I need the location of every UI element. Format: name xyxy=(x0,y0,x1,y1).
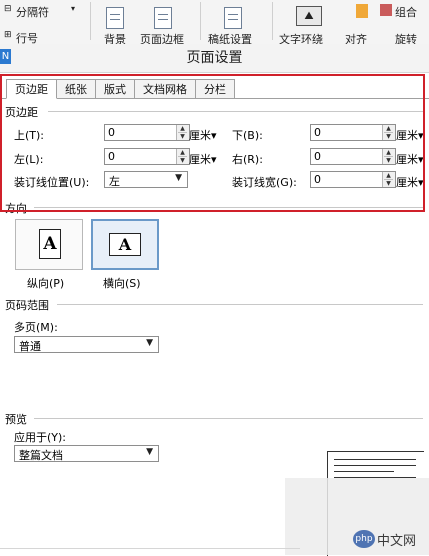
preview-line xyxy=(334,459,416,460)
line-number-icon[interactable]: ⊞ xyxy=(4,30,12,40)
tab-divider xyxy=(0,98,429,99)
line-number-button[interactable]: 行号 xyxy=(16,30,38,44)
right-margin-unit[interactable]: 厘米▾ xyxy=(396,151,424,167)
tab-margins[interactable]: 页边距 xyxy=(6,79,57,99)
spin-down-icon[interactable]: ▼ xyxy=(178,133,187,140)
chevron-down-icon: ▼ xyxy=(146,338,153,348)
dialog-tabs: 页边距 纸张 版式 文档网格 分栏 xyxy=(6,79,235,99)
chevron-down-icon[interactable]: ▾ xyxy=(71,4,75,13)
preview-line xyxy=(334,465,416,466)
bottom-margin-input[interactable]: 0 ▲ ▼ xyxy=(310,124,396,141)
chevron-down-icon: ▼ xyxy=(146,447,153,457)
preview-section-title: 预览 xyxy=(5,413,27,426)
text-wrap-button[interactable]: 文字环绕 xyxy=(279,31,323,44)
background-icon[interactable] xyxy=(106,7,124,29)
spin-arrows[interactable]: ▲ ▼ xyxy=(382,149,395,164)
section-rule xyxy=(57,304,423,305)
spin-down-icon[interactable]: ▼ xyxy=(178,157,187,164)
paper-setup-button[interactable]: 稿纸设置 xyxy=(208,31,252,44)
align-icon[interactable] xyxy=(356,4,368,18)
spin-up-icon[interactable]: ▲ xyxy=(384,125,393,133)
gutter-position-label: 装订线位置(U): xyxy=(14,176,90,189)
bottom-margin-label: 下(B): xyxy=(232,129,263,142)
spin-down-icon[interactable]: ▼ xyxy=(384,157,393,164)
group-button[interactable]: 组合 xyxy=(395,4,417,20)
text-wrap-icon[interactable]: ⛰ xyxy=(296,6,322,26)
tab-layout[interactable]: 版式 xyxy=(95,79,135,98)
group-icon[interactable] xyxy=(380,4,392,16)
portrait-label: 纵向(P) xyxy=(27,277,65,290)
spin-up-icon[interactable]: ▲ xyxy=(384,172,393,180)
spin-arrows[interactable]: ▲ ▼ xyxy=(382,172,395,187)
page-break-icon[interactable]: ⊟ xyxy=(4,4,12,14)
margins-section-title: 页边距 xyxy=(5,106,38,119)
section-rule xyxy=(48,111,423,112)
right-margin-input[interactable]: 0 ▲ ▼ xyxy=(310,148,396,165)
gutter-width-label: 装订线宽(G): xyxy=(232,176,297,189)
ribbon-divider xyxy=(272,2,273,40)
section-rule xyxy=(34,418,423,419)
dialog-title[interactable]: 页面设置 xyxy=(0,44,429,73)
page-border-icon[interactable] xyxy=(154,7,172,29)
spin-down-icon[interactable]: ▼ xyxy=(384,133,393,140)
ribbon-divider xyxy=(200,2,201,40)
right-margin-label: 右(R): xyxy=(232,153,263,166)
watermark-overlay: php 中文网 xyxy=(285,478,429,555)
landscape-page-icon: A xyxy=(109,233,141,256)
multi-page-label: 多页(M): xyxy=(14,321,58,334)
orientation-section-title: 方向 xyxy=(5,202,27,215)
spin-up-icon[interactable]: ▲ xyxy=(178,125,187,133)
landscape-label: 横向(S) xyxy=(103,277,141,290)
gutter-width-unit[interactable]: 厘米▾ xyxy=(396,174,424,190)
spin-arrows[interactable]: ▲ ▼ xyxy=(176,149,189,164)
page-range-section-title: 页码范围 xyxy=(5,299,49,312)
ribbon-divider xyxy=(90,2,91,40)
page-border-button[interactable]: 页面边框 xyxy=(140,31,184,44)
top-margin-input[interactable]: 0 ▲ ▼ xyxy=(104,124,190,141)
background-button[interactable]: 背景 xyxy=(104,31,126,44)
left-margin-input[interactable]: 0 ▲ ▼ xyxy=(104,148,190,165)
app-logo-icon: N xyxy=(0,49,11,64)
page-break-button[interactable]: 分隔符 xyxy=(16,4,49,20)
tab-paper[interactable]: 纸张 xyxy=(56,79,96,98)
apply-to-select[interactable]: 整篇文档 ▼ xyxy=(14,445,159,462)
spin-down-icon[interactable]: ▼ xyxy=(384,180,393,187)
spin-up-icon[interactable]: ▲ xyxy=(178,149,187,157)
preview-line xyxy=(334,471,394,472)
watermark-logo: php xyxy=(353,530,375,548)
top-margin-label: 上(T): xyxy=(14,129,45,142)
chevron-down-icon: ▼ xyxy=(175,173,182,183)
portrait-page-icon: A xyxy=(39,229,61,259)
dialog-bottom-edge xyxy=(0,548,300,549)
tab-columns[interactable]: 分栏 xyxy=(195,79,235,98)
spin-arrows[interactable]: ▲ ▼ xyxy=(382,125,395,140)
bottom-margin-unit[interactable]: 厘米▾ xyxy=(396,127,424,143)
portrait-button[interactable]: A xyxy=(15,219,83,270)
multi-page-select[interactable]: 普通 ▼ xyxy=(14,336,159,353)
tab-document-grid[interactable]: 文档网格 xyxy=(134,79,196,98)
apply-to-label: 应用于(Y): xyxy=(14,431,67,444)
section-rule xyxy=(34,207,423,208)
spin-up-icon[interactable]: ▲ xyxy=(384,149,393,157)
paper-setup-icon[interactable] xyxy=(224,7,242,29)
top-margin-unit[interactable]: 厘米▾ xyxy=(189,127,217,143)
gutter-width-input[interactable]: 0 ▲ ▼ xyxy=(310,171,396,188)
landscape-button[interactable]: A xyxy=(91,219,159,270)
left-margin-unit[interactable]: 厘米▾ xyxy=(189,151,217,167)
watermark-text: 中文网 xyxy=(377,534,417,549)
spin-arrows[interactable]: ▲ ▼ xyxy=(176,125,189,140)
align-button[interactable]: 对齐 xyxy=(345,31,367,44)
ribbon-toolbar: ⊟ 分隔符 ▾ ⊞ 行号 背景 页面边框 稿纸设置 ⛰ 文字环绕 对齐 组合 旋… xyxy=(0,0,429,45)
rotate-button[interactable]: 旋转 xyxy=(395,31,417,44)
gutter-position-select[interactable]: 左 ▼ xyxy=(104,171,188,188)
left-margin-label: 左(L): xyxy=(14,153,44,166)
